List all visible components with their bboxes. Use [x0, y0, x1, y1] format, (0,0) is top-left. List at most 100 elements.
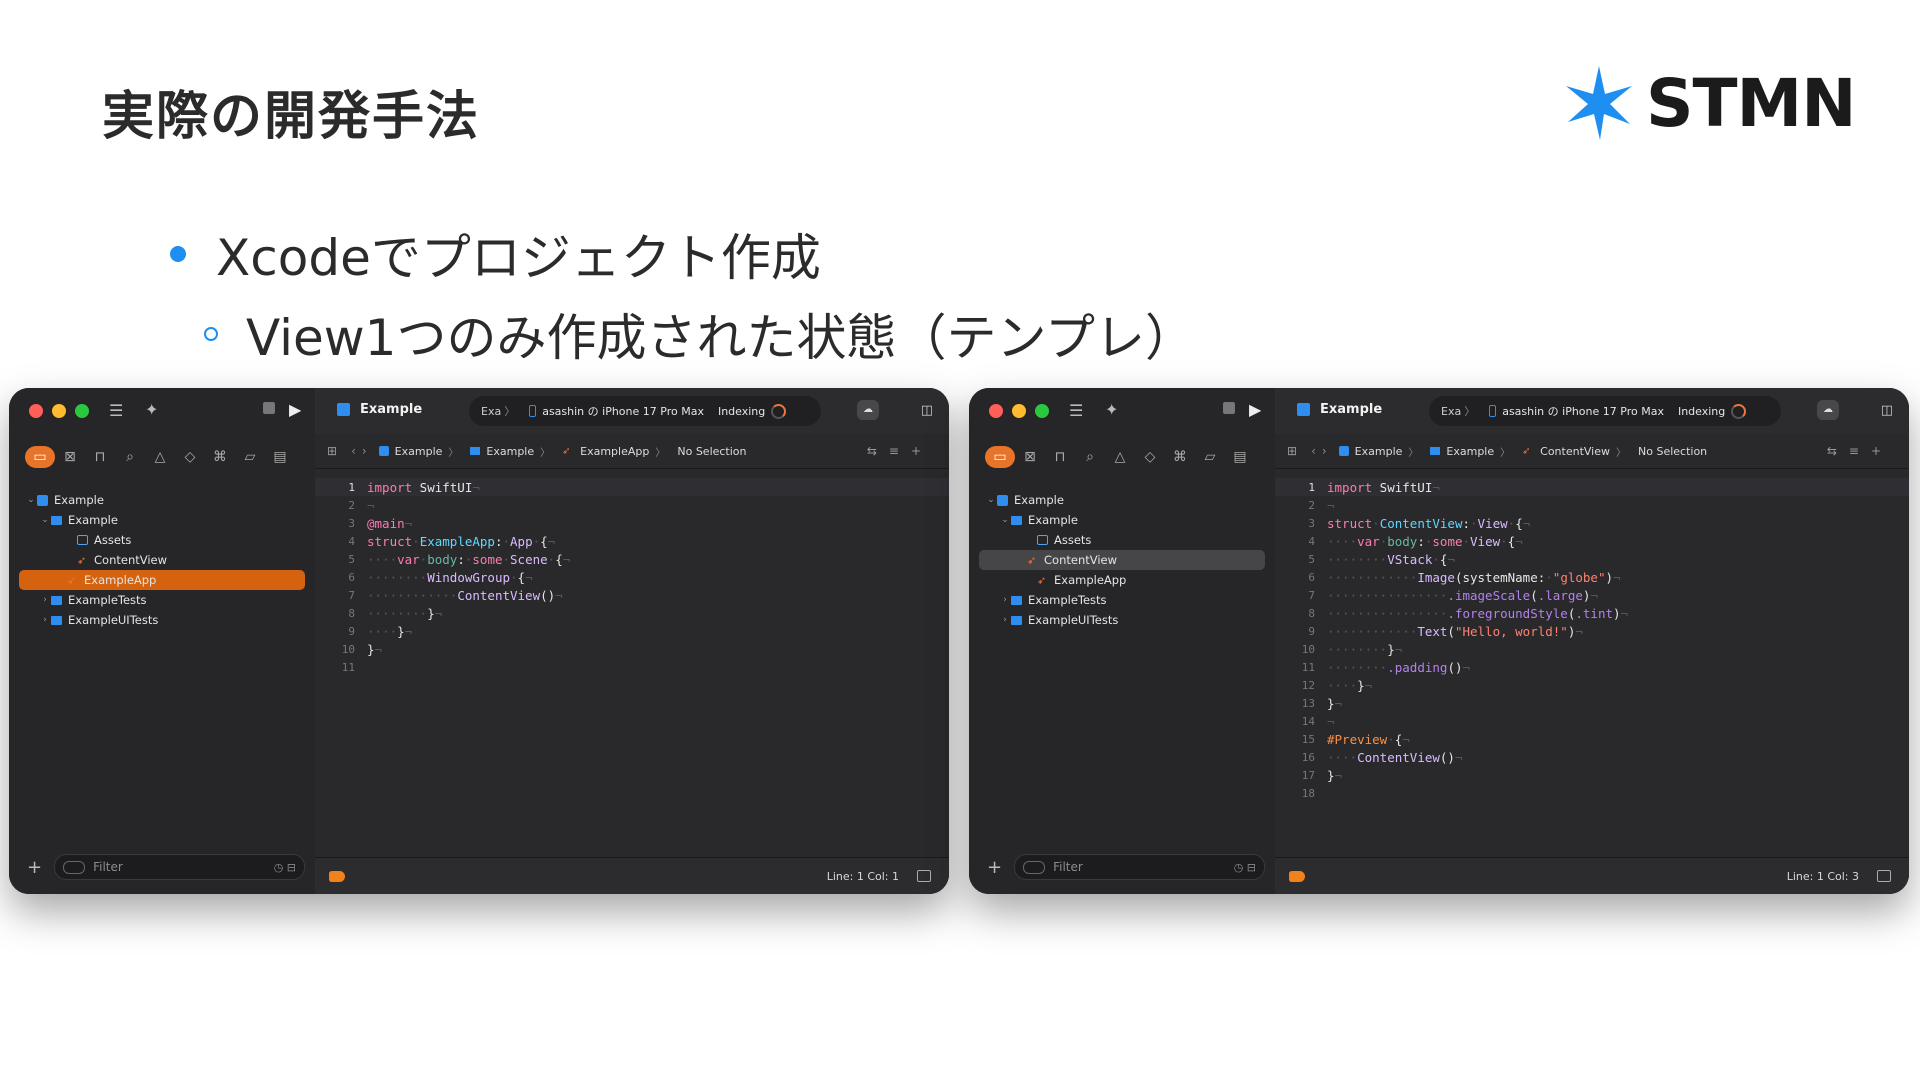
- code-line[interactable]: 2 ¬: [1275, 496, 1909, 514]
- code-line[interactable]: 10}¬: [315, 640, 949, 658]
- code-line[interactable]: 7 ············ContentView()¬: [315, 586, 949, 604]
- disclosure-chevron-icon[interactable]: ›: [39, 595, 51, 605]
- recent-files-icon[interactable]: ◷ ⊟: [274, 861, 296, 874]
- search-icon[interactable]: ⌕: [1075, 446, 1105, 468]
- tree-item[interactable]: ➶ ContentView: [979, 550, 1265, 570]
- issue-x-icon[interactable]: ⊠: [1015, 446, 1045, 468]
- tree-item[interactable]: Assets: [969, 530, 1275, 550]
- inspector-toggle-icon[interactable]: ◫: [921, 403, 933, 418]
- close-window-icon[interactable]: [29, 404, 43, 418]
- breadcrumb-item[interactable]: Example: [1430, 445, 1494, 458]
- debug-area-toggle-icon[interactable]: [1877, 870, 1891, 882]
- folder-icon[interactable]: ▭: [25, 446, 55, 468]
- sparkle-icon[interactable]: ✦: [145, 400, 158, 419]
- disclosure-chevron-icon[interactable]: ⌄: [25, 495, 37, 505]
- breadcrumb-item[interactable]: Example: [378, 445, 442, 458]
- code-line[interactable]: 14 ¬: [1275, 712, 1909, 730]
- code-line[interactable]: 7 ················.imageScale(.large)¬: [1275, 586, 1909, 604]
- back-forward-icon[interactable]: ‹›: [1311, 444, 1333, 458]
- code-editor[interactable]: 1 import SwiftUI¬ 2 ¬ 3 @main¬ 4 struct·Example…: [315, 478, 949, 676]
- debug-icon[interactable]: ⌘: [1165, 446, 1195, 468]
- breadcrumb-item[interactable]: No Selection: [1638, 445, 1707, 458]
- code-line[interactable]: 16 ····ContentView()¬: [1275, 748, 1909, 766]
- add-file-icon[interactable]: +: [987, 857, 1002, 878]
- disclosure-chevron-icon[interactable]: ›: [39, 615, 51, 625]
- related-items-icon[interactable]: ⊞: [327, 444, 337, 458]
- code-line[interactable]: 9 ············Text("Hello, world!")¬: [1275, 622, 1909, 640]
- test-diamond-icon[interactable]: ◇: [175, 446, 205, 468]
- code-line[interactable]: 1 import SwiftUI¬: [1275, 478, 1909, 496]
- tree-item[interactable]: Assets: [9, 530, 315, 550]
- filter-input[interactable]: Filter ◷ ⊟: [1014, 854, 1265, 880]
- run-icon[interactable]: ▶: [1249, 400, 1261, 419]
- editor-options-icon[interactable]: ⇆≡+: [867, 444, 933, 458]
- code-line[interactable]: 18: [1275, 784, 1909, 802]
- zoom-window-icon[interactable]: [75, 404, 89, 418]
- code-line[interactable]: 12 ····}¬: [1275, 676, 1909, 694]
- editor-options-icon[interactable]: ⇆≡+: [1827, 444, 1893, 458]
- run-icon[interactable]: ▶: [289, 400, 301, 419]
- code-line[interactable]: 5 ········VStack·{¬: [1275, 550, 1909, 568]
- back-forward-icon[interactable]: ‹›: [351, 444, 373, 458]
- debug-area-toggle-icon[interactable]: [917, 870, 931, 882]
- breakpoint-tag-icon[interactable]: ▱: [235, 446, 265, 468]
- scheme-selector[interactable]: Exa 〉 asashin の iPhone 17 Pro Max Indexing: [469, 396, 821, 426]
- warning-icon[interactable]: △: [145, 446, 175, 468]
- scheme-name[interactable]: Exa: [1441, 405, 1461, 418]
- run-destination[interactable]: asashin の iPhone 17 Pro Max: [1502, 403, 1664, 419]
- debug-icon[interactable]: ⌘: [205, 446, 235, 468]
- code-line[interactable]: 5 ····var·body:·some·Scene·{¬: [315, 550, 949, 568]
- breadcrumb-item[interactable]: ➶ ExampleApp: [562, 445, 649, 458]
- filter-input[interactable]: Filter ◷ ⊟: [54, 854, 305, 880]
- cloud-icon[interactable]: ☁: [1817, 400, 1839, 420]
- report-icon[interactable]: ▤: [1225, 446, 1255, 468]
- tree-item[interactable]: ⌄ Example: [969, 490, 1275, 510]
- code-line[interactable]: 11 ········.padding()¬: [1275, 658, 1909, 676]
- code-line[interactable]: 3 struct·ContentView:·View·{¬: [1275, 514, 1909, 532]
- tree-item[interactable]: › ExampleUITests: [969, 610, 1275, 630]
- code-line[interactable]: 4 struct·ExampleApp:·App·{¬: [315, 532, 949, 550]
- zoom-window-icon[interactable]: [1035, 404, 1049, 418]
- tree-item[interactable]: › ExampleTests: [9, 590, 315, 610]
- tree-item[interactable]: › ExampleUITests: [9, 610, 315, 630]
- inspector-toggle-icon[interactable]: ◫: [1881, 403, 1893, 418]
- report-icon[interactable]: ▤: [265, 446, 295, 468]
- stop-icon[interactable]: [263, 402, 275, 414]
- tree-item[interactable]: ➶ ExampleApp: [969, 570, 1275, 590]
- tree-item[interactable]: ⌄ Example: [9, 510, 315, 530]
- code-line[interactable]: 9 ····}¬: [315, 622, 949, 640]
- code-line[interactable]: 10 ········}¬: [1275, 640, 1909, 658]
- filter-options-icon[interactable]: [1023, 860, 1046, 874]
- issue-x-icon[interactable]: ⊠: [55, 446, 85, 468]
- list-icon[interactable]: ☰: [109, 401, 123, 420]
- code-line[interactable]: 1 import SwiftUI¬: [315, 478, 949, 496]
- code-line[interactable]: 13}¬: [1275, 694, 1909, 712]
- cloud-icon[interactable]: ☁: [857, 400, 879, 420]
- tree-item[interactable]: ⌄ Example: [969, 510, 1275, 530]
- code-line[interactable]: 4 ····var·body:·some·View·{¬: [1275, 532, 1909, 550]
- code-line[interactable]: 15 #Preview·{¬: [1275, 730, 1909, 748]
- tree-item[interactable]: ⌄ Example: [9, 490, 315, 510]
- close-window-icon[interactable]: [989, 404, 1003, 418]
- bookmark-icon[interactable]: ⊓: [85, 446, 115, 468]
- related-items-icon[interactable]: ⊞: [1287, 444, 1297, 458]
- code-line[interactable]: 17}¬: [1275, 766, 1909, 784]
- breakpoint-tag-icon[interactable]: ▱: [1195, 446, 1225, 468]
- disclosure-chevron-icon[interactable]: ›: [999, 595, 1011, 605]
- stop-icon[interactable]: [1223, 402, 1235, 414]
- disclosure-chevron-icon[interactable]: ⌄: [39, 515, 51, 525]
- code-line[interactable]: 6 ········WindowGroup·{¬: [315, 568, 949, 586]
- scheme-name[interactable]: Exa: [481, 405, 501, 418]
- minimize-window-icon[interactable]: [1012, 404, 1026, 418]
- code-line[interactable]: 6 ············Image(systemName:·"globe")¬: [1275, 568, 1909, 586]
- filter-options-icon[interactable]: [63, 860, 86, 874]
- search-icon[interactable]: ⌕: [115, 446, 145, 468]
- test-diamond-icon[interactable]: ◇: [1135, 446, 1165, 468]
- bookmark-icon[interactable]: ⊓: [1045, 446, 1075, 468]
- sparkle-icon[interactable]: ✦: [1105, 400, 1118, 419]
- scheme-selector[interactable]: Exa 〉 asashin の iPhone 17 Pro Max Indexing: [1429, 396, 1781, 426]
- add-file-icon[interactable]: +: [27, 857, 42, 878]
- tree-item[interactable]: › ExampleTests: [969, 590, 1275, 610]
- minimize-window-icon[interactable]: [52, 404, 66, 418]
- list-icon[interactable]: ☰: [1069, 401, 1083, 420]
